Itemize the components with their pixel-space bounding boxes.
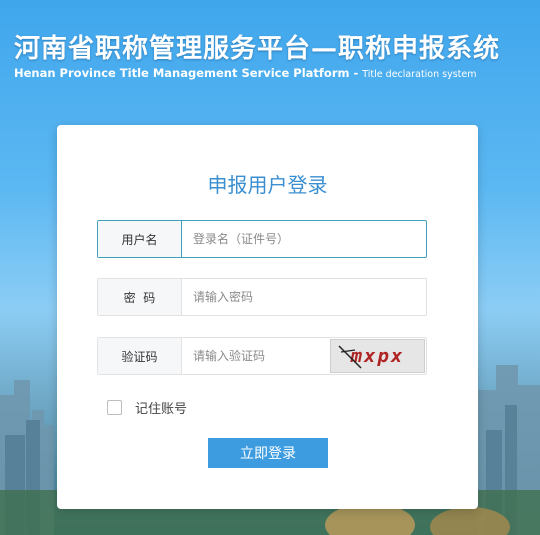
captcha-input[interactable] <box>182 338 330 374</box>
login-button[interactable]: 立即登录 <box>208 438 328 468</box>
username-input[interactable] <box>182 221 426 257</box>
password-label: 密 码 <box>98 279 182 315</box>
username-label: 用户名 <box>98 221 182 257</box>
captcha-row: 验证码 mxpx <box>97 337 427 375</box>
remember-checkbox[interactable] <box>107 400 122 415</box>
page-title: 河南省职称管理服务平台—职称申报系统 <box>14 34 501 64</box>
page-subtitle-en-sub: Title declaration system <box>362 69 477 80</box>
username-row: 用户名 <box>97 220 427 258</box>
login-title: 申报用户登录 <box>207 173 328 197</box>
login-card: 申报用户登录 用户名 密 码 验证码 mxpx 记住账号 立即登录 <box>57 125 478 509</box>
captcha-noise-line <box>338 345 362 369</box>
captcha-label: 验证码 <box>98 338 182 374</box>
remember-account[interactable]: 记住账号 <box>107 398 187 417</box>
page-subtitle-en-main: Henan Province Title Management Service … <box>14 66 363 80</box>
password-input[interactable] <box>182 279 426 315</box>
remember-label: 记住账号 <box>135 402 188 417</box>
captcha-image[interactable]: mxpx <box>330 339 425 373</box>
password-row: 密 码 <box>97 278 427 316</box>
page-subtitle-en: Henan Province Title Management Service … <box>14 66 477 80</box>
